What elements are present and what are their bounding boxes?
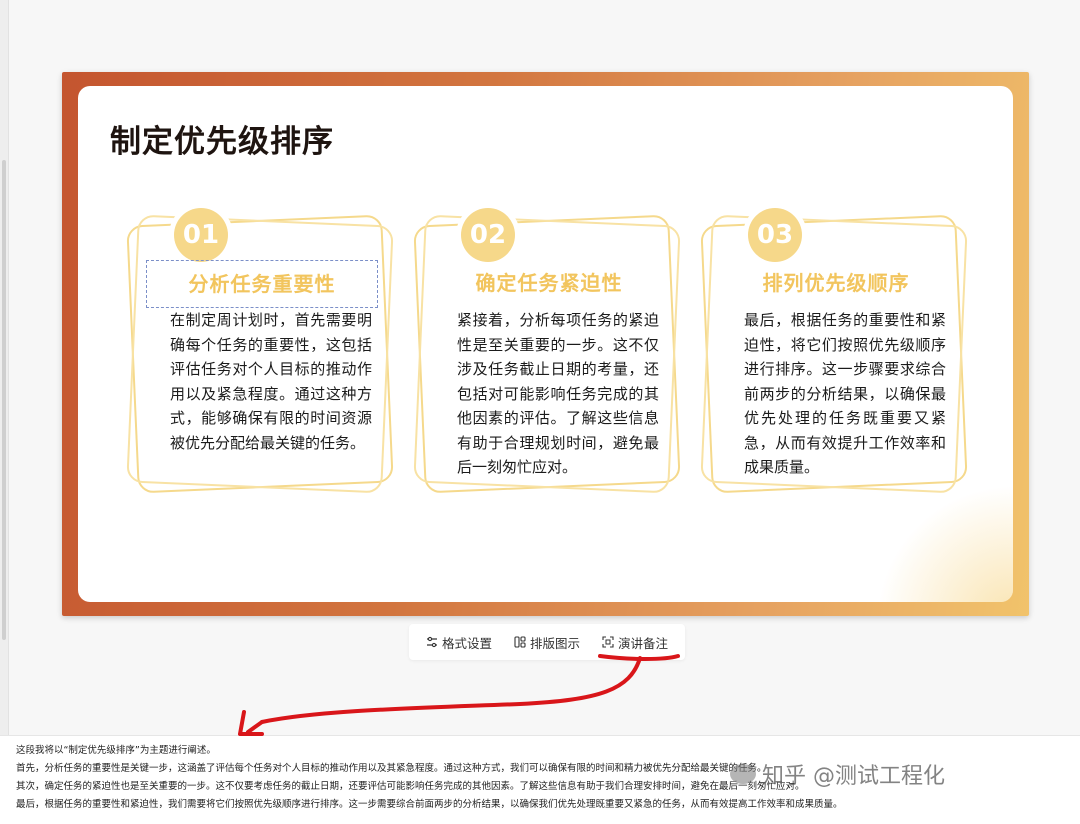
card-body[interactable]: 在制定周计划时，首先需要明确每个任务的重要性，这包括评估任务对个人目标的推动作用… (170, 308, 372, 455)
card-2[interactable]: 02 确定任务紧迫性 紧接着，分析每项任务的紧迫性是至关重要的一步。这不仅涉及任… (413, 208, 681, 494)
card-number: 03 (748, 208, 802, 262)
watermark-text: 知乎 @测试工程化 (762, 764, 945, 789)
card-3[interactable]: 03 排列优先级顺序 最后，根据任务的重要性和紧迫性，将它们按照优先级顺序进行排… (700, 208, 968, 494)
scan-notes-icon (602, 636, 614, 648)
card-title[interactable]: 排列优先级顺序 (720, 260, 952, 306)
left-scrollbar[interactable] (0, 0, 9, 735)
notes-line: 最后，根据任务的重要性和紧迫性，我们需要将它们按照优先级顺序进行排序。这一步需要… (16, 799, 843, 810)
format-settings-button[interactable]: 格式设置 (426, 633, 492, 652)
card-body[interactable]: 最后，根据任务的重要性和紧迫性，将它们按照优先级顺序进行排序。这一步骤要求综合前… (744, 308, 946, 480)
card-title-selected-textbox[interactable]: 分析任务重要性 (146, 260, 378, 308)
watermark: 知乎 @测试工程化 (730, 758, 945, 790)
slide-canvas[interactable]: 制定优先级排序 01 分析任务重要性 在制定周计划时，首先需要明确每个任务的重要… (78, 86, 1013, 602)
sliders-icon (426, 636, 438, 648)
card-1[interactable]: 01 分析任务重要性 在制定周计划时，首先需要明确每个任务的重要性，这包括评估任… (126, 208, 394, 494)
slide-frame: 制定优先级排序 01 分析任务重要性 在制定周计划时，首先需要明确每个任务的重要… (62, 72, 1029, 616)
speaker-notes-label: 演讲备注 (617, 635, 668, 651)
slide-title[interactable]: 制定优先级排序 (110, 116, 334, 161)
layout-icon (514, 636, 526, 648)
speaker-notes-button[interactable]: 演讲备注 (602, 633, 668, 652)
format-settings-label: 格式设置 (441, 635, 492, 651)
scrollbar-thumb[interactable] (2, 160, 6, 640)
layout-diagram-label: 排版图示 (529, 635, 580, 651)
layout-diagram-button[interactable]: 排版图示 (514, 633, 580, 652)
card-number: 01 (174, 208, 228, 262)
slide-toolbar: 格式设置 排版图示 演讲备注 (409, 624, 685, 660)
watermark-logo-icon (730, 764, 756, 784)
card-title[interactable]: 确定任务紧迫性 (433, 260, 665, 306)
card-body[interactable]: 紧接着，分析每项任务的紧迫性是至关重要的一步。这不仅涉及任务截止日期的考量，还包… (457, 308, 659, 480)
card-number: 02 (461, 208, 515, 262)
